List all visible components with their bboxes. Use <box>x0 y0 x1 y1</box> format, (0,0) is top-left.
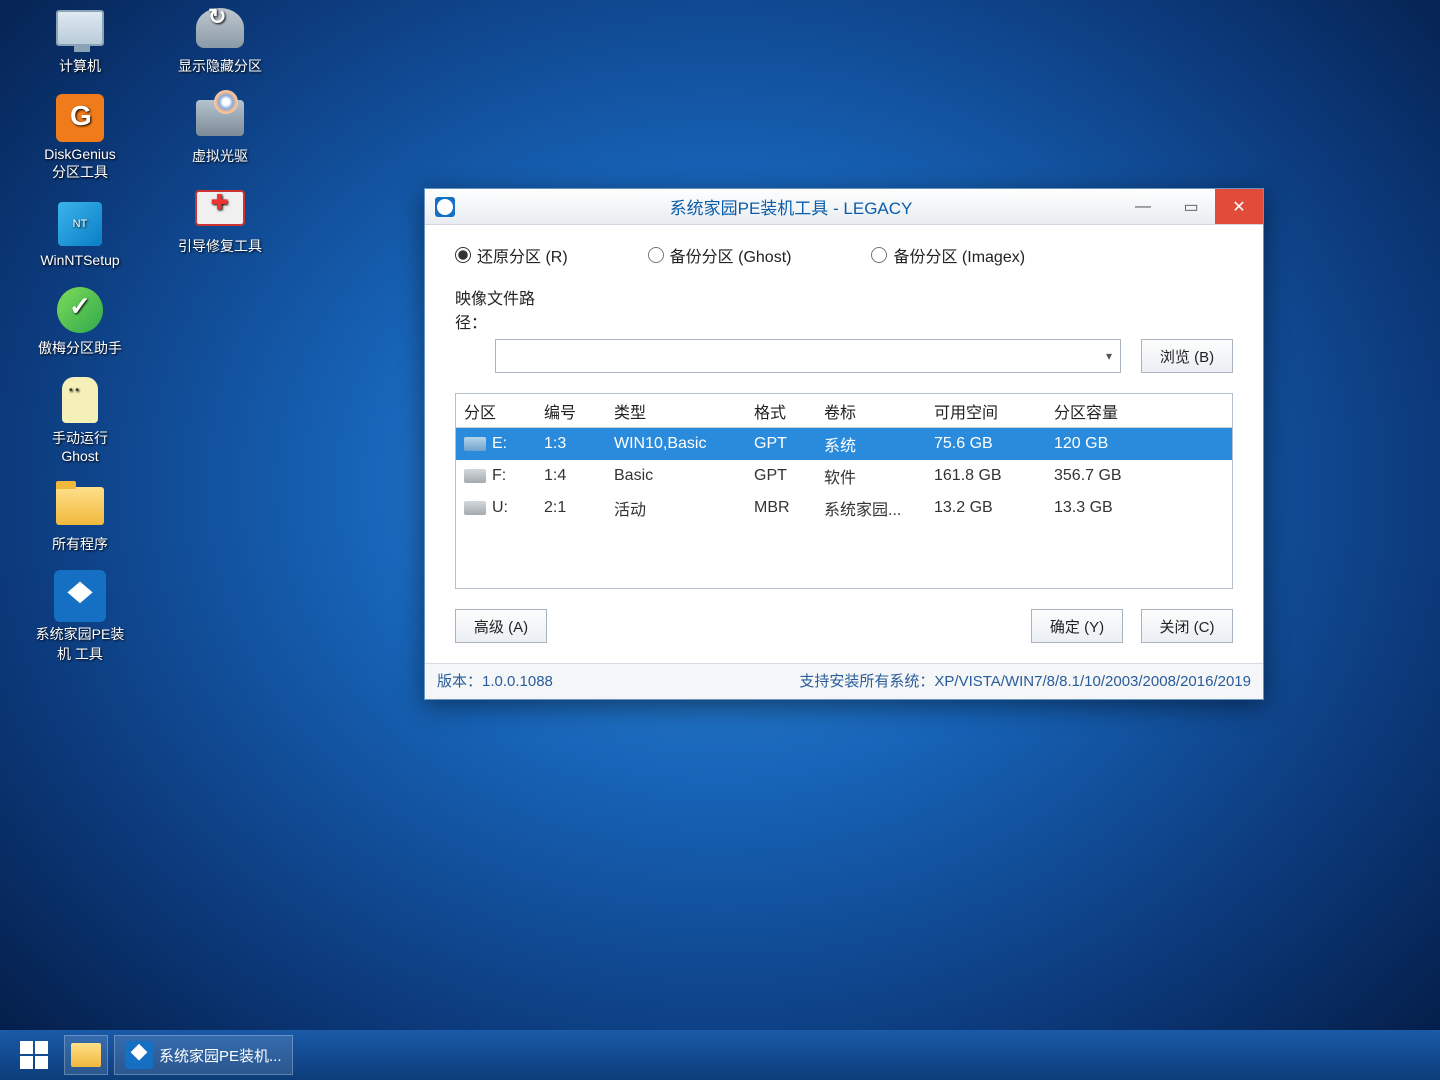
drive-icon <box>464 501 486 515</box>
virtual-cdrom-icon[interactable]: 虚拟光驱 <box>160 94 280 166</box>
icon-label: 计算机 <box>20 56 140 76</box>
table-row[interactable]: F:1:4BasicGPT软件161.8 GB356.7 GB <box>456 460 1232 492</box>
restore-partition-radio[interactable]: 还原分区 (R) <box>455 243 568 267</box>
virtual-cdrom-icon-glyph <box>196 100 244 136</box>
icon-label: 傲梅分区助手 <box>20 338 140 358</box>
start-button[interactable] <box>10 1035 58 1075</box>
icon-label: WinNTSetup <box>20 252 140 268</box>
support-text: 支持安装所有系统：XP/VISTA/WIN7/8/8.1/10/2003/200… <box>799 670 1251 691</box>
boot-repair-icon-glyph <box>195 190 245 226</box>
drive-icon <box>464 469 486 483</box>
folder-icon <box>71 1043 101 1067</box>
ok-button[interactable]: 确定 (Y) <box>1031 609 1123 643</box>
aomei-partition-icon[interactable]: 傲梅分区助手 <box>20 286 140 358</box>
table-row[interactable]: E:1:3WIN10,BasicGPT系统75.6 GB120 GB <box>456 428 1232 460</box>
icon-label: 手动运行 Ghost <box>20 428 140 464</box>
maximize-button[interactable]: ▭ <box>1167 189 1215 224</box>
pe-installer-window: 系统家园PE装机工具 - LEGACY — ▭ ✕ 还原分区 (R) 备份分区 … <box>424 188 1264 700</box>
taskbar-folder-button[interactable] <box>64 1035 108 1075</box>
backup-imagex-radio[interactable]: 备份分区 (Imagex) <box>871 243 1025 267</box>
window-title: 系统家园PE装机工具 - LEGACY <box>463 194 1119 219</box>
show-hidden-partition-icon[interactable]: 显示隐藏分区 <box>160 4 280 76</box>
browse-button[interactable]: 浏览 (B) <box>1141 339 1233 373</box>
boot-repair-icon[interactable]: 引导修复工具 <box>160 184 280 256</box>
cancel-button[interactable]: 关闭 (C) <box>1141 609 1233 643</box>
icon-label: 虚拟光驱 <box>160 146 280 166</box>
computer-icon-glyph <box>56 10 104 46</box>
pe-app-icon <box>125 1041 153 1069</box>
all-programs-icon[interactable]: 所有程序 <box>20 482 140 554</box>
show-hidden-partition-icon-glyph <box>196 8 244 48</box>
table-header: 分区 编号 类型 格式 卷标 可用空间 分区容量 <box>456 394 1232 428</box>
chevron-down-icon: ▾ <box>1106 349 1112 363</box>
backup-ghost-radio[interactable]: 备份分区 (Ghost) <box>648 243 792 267</box>
image-path-label: 映像文件路径： <box>455 285 565 333</box>
winntsetup-icon[interactable]: NT WinNTSetup <box>20 200 140 268</box>
aomei-partition-icon-glyph <box>57 287 103 333</box>
minimize-button[interactable]: — <box>1119 189 1167 224</box>
pe-installer-icon-glyph <box>54 570 106 622</box>
icon-label: 引导修复工具 <box>160 236 280 256</box>
image-path-combobox[interactable]: ▾ <box>495 339 1121 373</box>
table-row[interactable]: U:2:1活动MBR系统家园...13.2 GB13.3 GB <box>456 492 1232 524</box>
taskbar-running-app[interactable]: 系统家园PE装机... <box>114 1035 293 1075</box>
icon-label: 所有程序 <box>20 534 140 554</box>
partition-table: 分区 编号 类型 格式 卷标 可用空间 分区容量 E:1:3WIN10,Basi… <box>455 393 1233 589</box>
taskbar: 系统家园PE装机... <box>0 1030 1440 1080</box>
status-footer: 版本：1.0.0.1088 支持安装所有系统：XP/VISTA/WIN7/8/8… <box>425 663 1263 699</box>
diskgenius-icon[interactable]: DiskGenius 分区工具 <box>20 94 140 182</box>
titlebar[interactable]: 系统家园PE装机工具 - LEGACY — ▭ ✕ <box>425 189 1263 225</box>
app-icon <box>435 197 455 217</box>
icon-label: 系统家园PE装 机 工具 <box>20 624 140 664</box>
winntsetup-icon-glyph: NT <box>58 202 102 246</box>
all-programs-icon-glyph <box>56 487 104 525</box>
manual-ghost-icon[interactable]: 手动运行 Ghost <box>20 376 140 464</box>
diskgenius-icon-glyph <box>56 94 104 142</box>
pe-installer-icon[interactable]: 系统家园PE装 机 工具 <box>20 572 140 664</box>
advanced-button[interactable]: 高级 (A) <box>455 609 547 643</box>
icon-label: DiskGenius 分区工具 <box>20 146 140 182</box>
icon-label: 显示隐藏分区 <box>160 56 280 76</box>
mode-radio-group: 还原分区 (R) 备份分区 (Ghost) 备份分区 (Imagex) <box>455 243 1233 267</box>
version-text: 版本：1.0.0.1088 <box>437 670 553 691</box>
drive-icon <box>464 437 486 451</box>
windows-logo-icon <box>20 1041 48 1069</box>
manual-ghost-icon-glyph <box>62 377 98 423</box>
computer-icon[interactable]: 计算机 <box>20 4 140 76</box>
close-button[interactable]: ✕ <box>1215 189 1263 224</box>
